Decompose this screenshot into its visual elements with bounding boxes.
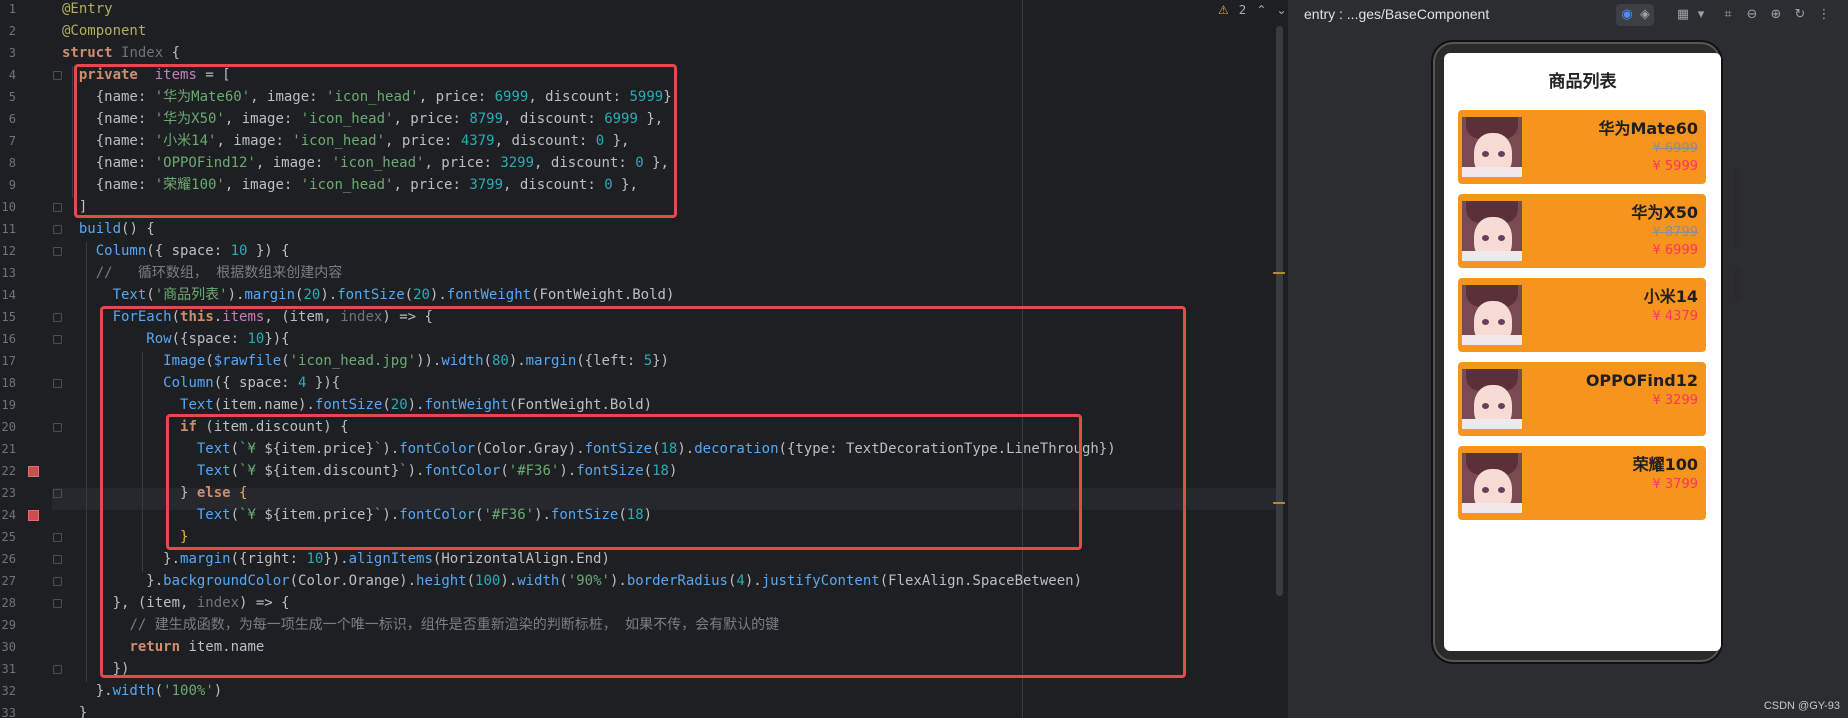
more-icon[interactable]: ⋮ <box>1816 7 1832 23</box>
original-price: ¥ 8799 <box>1652 225 1699 240</box>
chevron-down-icon[interactable]: ▾ <box>1693 7 1709 23</box>
fold-marker[interactable] <box>53 313 62 322</box>
zoom-in-icon[interactable]: ⊕ <box>1768 7 1784 23</box>
highlight-box-items <box>74 64 677 218</box>
product-name: OPPOFind12 <box>1585 371 1698 390</box>
inspection-widget[interactable]: ⚠ 2 ⌃ ⌄ <box>1218 3 1287 17</box>
code-line[interactable]: struct Index { <box>62 42 180 64</box>
product-card: 小米14 ¥ 4379 <box>1458 278 1706 352</box>
product-info: 荣耀100 ¥ 3799 <box>1633 454 1698 494</box>
product-card: OPPOFind12 ¥ 3299 <box>1458 362 1706 436</box>
code-line[interactable]: } <box>62 702 87 718</box>
product-name: 荣耀100 <box>1632 455 1698 474</box>
fold-marker[interactable] <box>53 71 62 80</box>
code-line[interactable]: build() { <box>62 218 155 240</box>
discount-price: ¥ 3299 <box>1652 393 1699 408</box>
product-name: 小米14 <box>1643 287 1698 306</box>
highlight-box-condition <box>166 414 1082 550</box>
product-card: 荣耀100 ¥ 3799 <box>1458 446 1706 520</box>
fold-marker[interactable] <box>53 247 62 256</box>
zoom-out-icon[interactable]: ⊖ <box>1744 7 1760 23</box>
discount-price: ¥ 3799 <box>1652 477 1699 492</box>
screen-title: 商品列表 <box>1548 72 1617 92</box>
product-image <box>1462 285 1522 345</box>
product-image <box>1462 369 1522 429</box>
scroll-mark <box>1273 502 1285 504</box>
product-image <box>1462 117 1522 177</box>
fold-marker[interactable] <box>53 555 62 564</box>
fold-marker[interactable] <box>53 379 62 388</box>
device-side-button <box>1735 266 1740 302</box>
fold-marker[interactable] <box>53 577 62 586</box>
crop-icon[interactable]: ⌗ <box>1720 7 1736 23</box>
discount-price: ¥ 4379 <box>1652 309 1699 324</box>
fold-marker[interactable] <box>53 203 62 212</box>
warning-icon: ⚠ <box>1218 3 1229 17</box>
device-frame: 商品列表 华为Mate60 ¥ 6999 ¥ 5999 华为X50 ¥ 8799 ¥ 69… <box>1433 42 1721 662</box>
preview-title: entry : ...ges/BaseComponent <box>1304 6 1490 22</box>
editor-scrollbar[interactable] <box>1276 26 1283 596</box>
code-line[interactable]: // 循环数组， 根据数组来创建内容 <box>62 262 343 284</box>
fold-marker[interactable] <box>53 665 62 674</box>
rotate-icon[interactable]: ↻ <box>1792 7 1808 23</box>
product-image <box>1462 453 1522 513</box>
product-name: 华为X50 <box>1631 203 1698 222</box>
code-line[interactable]: }.width('100%') <box>62 680 222 702</box>
layers-icon[interactable]: ◈ <box>1637 7 1653 23</box>
device-side-button <box>1735 168 1740 248</box>
code-editor[interactable]: 1 2 3 4 5 6 7 8 9 10 11 12 13 14 15 16 17 18 19 20 21 22 23 24 2… <box>0 0 1288 718</box>
previewer-panel: entry : ...ges/BaseComponent ◉ ◈ ▦ ▾ ⌗ ⊖… <box>1288 0 1848 718</box>
fold-marker[interactable] <box>53 225 62 234</box>
previewer-toolbar: entry : ...ges/BaseComponent ◉ ◈ ▦ ▾ ⌗ ⊖… <box>1288 0 1848 30</box>
scroll-mark <box>1273 272 1285 274</box>
product-image <box>1462 201 1522 261</box>
original-price: ¥ 6999 <box>1652 141 1699 156</box>
breakpoint-icon[interactable] <box>28 510 39 521</box>
eye-icon[interactable]: ◉ <box>1619 7 1635 23</box>
fold-marker[interactable] <box>53 423 62 432</box>
discount-price: ¥ 5999 <box>1652 159 1699 174</box>
fold-marker[interactable] <box>53 335 62 344</box>
watermark: CSDN @GY-93 <box>1763 700 1840 712</box>
product-info: OPPOFind12 ¥ 3299 <box>1586 370 1698 410</box>
chevron-down-icon[interactable]: ⌄ <box>1276 3 1286 17</box>
fold-marker[interactable] <box>53 599 62 608</box>
product-card: 华为Mate60 ¥ 6999 ¥ 5999 <box>1458 110 1706 184</box>
product-info: 华为X50 ¥ 8799 ¥ 6999 <box>1631 202 1698 260</box>
discount-price: ¥ 6999 <box>1652 243 1699 258</box>
product-name: 华为Mate60 <box>1598 119 1699 138</box>
product-info: 华为Mate60 ¥ 6999 ¥ 5999 <box>1599 118 1699 176</box>
chevron-up-icon[interactable]: ⌃ <box>1256 3 1266 17</box>
breakpoint-icon[interactable] <box>28 466 39 477</box>
code-line[interactable]: Text('商品列表').margin(20).fontSize(20).fon… <box>62 284 675 306</box>
product-info: 小米14 ¥ 4379 <box>1644 286 1698 326</box>
device-screen[interactable]: 商品列表 华为Mate60 ¥ 6999 ¥ 5999 华为X50 ¥ 8799 ¥ 69… <box>1444 53 1721 651</box>
code-line[interactable]: Column({ space: 10 }) { <box>62 240 290 262</box>
fold-marker[interactable] <box>53 533 62 542</box>
grid-icon[interactable]: ▦ <box>1675 7 1691 23</box>
warning-count: 2 <box>1238 3 1247 17</box>
product-card: 华为X50 ¥ 8799 ¥ 6999 <box>1458 194 1706 268</box>
fold-marker[interactable] <box>53 489 62 498</box>
code-line[interactable]: @Entry <box>62 0 113 20</box>
code-line[interactable]: @Component <box>62 20 146 42</box>
